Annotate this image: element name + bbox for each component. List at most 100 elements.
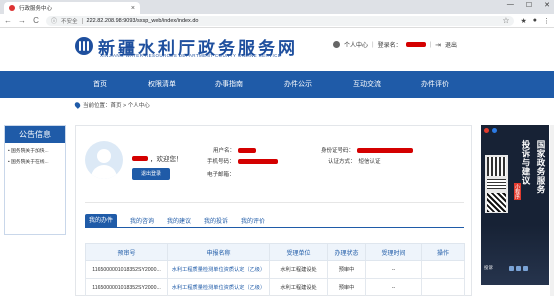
tab-my-evaluations[interactable]: 我的评价 <box>241 216 265 225</box>
favicon-icon <box>9 5 15 11</box>
column-header: 办理状态 <box>327 243 366 261</box>
cell-action[interactable] <box>421 278 465 296</box>
main-nav: 首页 权限清单 办事指南 办件公示 互动交流 办件评价 <box>0 71 554 98</box>
breadcrumb-text: 当前位置：首页 > 个人中心 <box>83 103 150 109</box>
tab-my-cases[interactable]: 我的办件 <box>85 214 118 228</box>
nav-case-publicity[interactable]: 办件公示 <box>284 71 312 98</box>
nav-interaction[interactable]: 互动交流 <box>353 71 381 98</box>
address-divider <box>81 17 83 24</box>
window-controls: — ☐ ✕ <box>507 1 550 9</box>
redacted-name <box>132 155 148 161</box>
address-bar[interactable]: ⓘ 不安全 222.82.208.98:9093/sxsp_web/index/… <box>46 15 515 26</box>
column-header: 预审号 <box>85 243 168 261</box>
account-icon[interactable]: ● <box>533 17 537 24</box>
cell-time: -- <box>365 278 422 296</box>
breadcrumb: 当前位置：首页 > 个人中心 <box>73 101 150 109</box>
browser-toolbar: ← → C ⓘ 不安全 222.82.208.98:9093/sxsp_web/… <box>0 14 554 28</box>
user-area: 个人中心 | 登录名： | ⇥ 退出 <box>333 40 457 49</box>
notice-panel: 公告信息 • 国务院关于加快... • 国务院关于在线... <box>4 125 66 235</box>
promo-tag: 小程序 <box>514 183 521 200</box>
cell-status: 预审中 <box>327 260 366 279</box>
logo-icon <box>492 127 497 133</box>
url-text[interactable]: 222.82.208.98:9093/sxsp_web/index/index.… <box>87 18 199 24</box>
id-label: 身份证号码： <box>321 148 355 154</box>
user-center-link[interactable]: 个人中心 <box>344 40 368 49</box>
promo-line: 投诉与建议 <box>521 140 531 185</box>
header-separator: | <box>429 41 432 48</box>
logout-link[interactable]: 退出 <box>445 40 457 49</box>
column-header: 操作 <box>421 243 465 261</box>
nav-service-guide[interactable]: 办事指南 <box>215 71 243 98</box>
auth-value: 短信认证 <box>358 159 381 165</box>
cell-action[interactable] <box>421 260 465 279</box>
close-window-icon[interactable]: ✕ <box>544 1 550 9</box>
nav-home[interactable]: 首页 <box>93 71 107 98</box>
tab-my-suggestions[interactable]: 我的建议 <box>167 216 191 225</box>
app-icon <box>516 266 521 271</box>
barcode-icon <box>487 179 506 189</box>
promo-line: 国家政务服务 <box>536 140 546 194</box>
info-icon[interactable]: ⓘ <box>51 16 57 25</box>
welcome-line: ，欢迎您！ <box>132 153 183 163</box>
nav-evaluation[interactable]: 办件评价 <box>421 71 449 98</box>
location-pin-icon <box>73 101 82 109</box>
forward-arrow-icon[interactable]: → <box>18 16 26 25</box>
logout-button[interactable]: 退出登录 <box>132 168 170 180</box>
name-row: 用户名： <box>213 146 257 154</box>
header-separator: | <box>372 41 374 48</box>
cell-status: 预审中 <box>327 278 366 296</box>
redacted-phone-value <box>237 158 278 164</box>
id-row: 身份证号码： <box>321 146 414 154</box>
nav-permission-list[interactable]: 权限清单 <box>148 71 176 98</box>
promo-banner[interactable]: 国家政务服务 投诉与建议 小程序 投诉 <box>481 125 549 285</box>
back-arrow-icon[interactable]: ← <box>4 16 12 25</box>
cell-name[interactable]: 水利工程质量检测单位资质认定（乙级） <box>167 278 270 296</box>
redacted-name-value <box>238 147 257 153</box>
tab-my-complaints[interactable]: 我的投诉 <box>204 216 228 225</box>
cell-id: 1165000001018352SY2000... <box>85 260 168 279</box>
qr-code-icon <box>487 157 506 176</box>
user-icon <box>333 41 340 48</box>
promo-logos <box>481 125 549 135</box>
logo-icon <box>484 127 489 133</box>
notice-item[interactable]: • 国务院关于在线... <box>8 158 62 165</box>
promo-footer: 投诉 <box>481 225 549 285</box>
extension-icon[interactable]: ★ <box>520 17 526 25</box>
table-header-row: 预审号 申报名称 受理单位 办理状态 受理时间 操作 <box>85 243 465 261</box>
notice-item[interactable]: • 国务院关于加快... <box>8 147 62 154</box>
section-divider <box>85 202 464 203</box>
notice-list: • 国务院关于加快... • 国务院关于在线... <box>5 143 65 173</box>
auth-row: 认证方式： 短信认证 <box>328 157 381 165</box>
redacted-username <box>405 42 426 47</box>
security-status: 不安全 <box>61 18 78 25</box>
phone-row: 手机号码： <box>207 157 278 165</box>
redacted-id-value <box>357 147 414 153</box>
promo-footer-label: 投诉 <box>484 265 493 270</box>
tab-title: 行政服务中心 <box>19 6 53 12</box>
tab-close-icon[interactable]: × <box>131 5 135 12</box>
maximize-icon[interactable]: ☐ <box>526 1 532 9</box>
cell-time: -- <box>365 260 422 279</box>
column-header: 申报名称 <box>167 243 270 261</box>
tab-my-consultations[interactable]: 我的咨询 <box>130 216 154 225</box>
logout-icon[interactable]: ⇥ <box>435 41 441 49</box>
name-label: 用户名： <box>213 148 236 154</box>
cell-name[interactable]: 水利工程质量检测单位资质认定（乙级） <box>167 260 270 279</box>
table-row[interactable]: 1165000001018352SY2000... 水利工程质量检测单位资质认定… <box>85 260 465 279</box>
minimize-icon[interactable]: — <box>507 1 514 9</box>
scrollbar[interactable] <box>550 125 554 296</box>
browser-tab[interactable]: 行政服务中心 × <box>4 2 140 14</box>
cases-table: 预审号 申报名称 受理单位 办理状态 受理时间 操作 1165000001018… <box>85 243 465 296</box>
notice-title: 公告信息 <box>5 126 65 143</box>
reload-icon[interactable]: C <box>32 16 40 25</box>
browser-tabstrip: 行政服务中心 × — ☐ ✕ <box>0 0 554 14</box>
bookmark-star-icon[interactable]: ☆ <box>502 16 509 25</box>
app-icon <box>523 266 528 271</box>
login-name-label: 登录名： <box>377 43 402 49</box>
avatar <box>85 141 123 179</box>
menu-dots-icon[interactable]: ⋮ <box>543 17 550 25</box>
table-row[interactable]: 1165000001018352SY2000... 水利工程质量检测单位资质认定… <box>85 278 465 296</box>
qr-codes <box>485 155 508 213</box>
site-logo-icon[interactable] <box>75 37 93 55</box>
promo-footer-icons <box>509 266 528 271</box>
